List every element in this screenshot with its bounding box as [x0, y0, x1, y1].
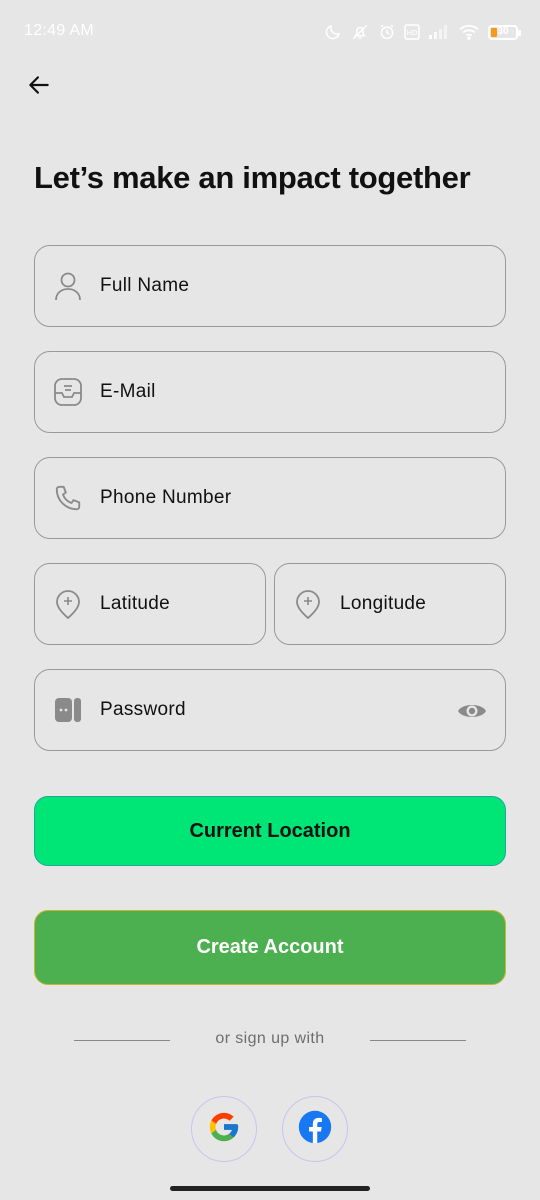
latitude-field[interactable]	[34, 563, 266, 645]
battery-icon: 30	[488, 24, 521, 40]
current-location-button[interactable]: Current Location	[34, 796, 506, 866]
email-field[interactable]	[34, 351, 506, 433]
eye-icon[interactable]	[457, 696, 487, 726]
divider-left	[74, 1040, 170, 1041]
status-bar: 12:49 AM HD 30	[0, 0, 540, 64]
location-pin-icon	[292, 588, 324, 620]
person-icon	[52, 270, 84, 302]
status-icons: HD 30	[324, 20, 521, 44]
inbox-icon	[52, 376, 84, 408]
phone-input[interactable]	[100, 487, 345, 509]
longitude-field[interactable]	[274, 563, 506, 645]
google-signin-button[interactable]	[191, 1096, 257, 1162]
divider-right	[370, 1040, 466, 1041]
hd-icon: HD	[404, 24, 420, 40]
facebook-icon	[297, 1109, 333, 1150]
home-indicator[interactable]	[170, 1186, 370, 1191]
location-pin-icon	[52, 588, 84, 620]
password-input[interactable]	[100, 699, 345, 721]
full-name-input[interactable]	[100, 275, 345, 297]
full-name-field[interactable]	[34, 245, 506, 327]
status-time: 12:49 AM	[24, 22, 95, 39]
battery-level: 30	[497, 25, 509, 37]
signal-icon	[428, 24, 450, 40]
svg-text:HD: HD	[407, 29, 418, 37]
email-input[interactable]	[100, 381, 345, 403]
phone-icon	[52, 482, 84, 514]
google-icon	[207, 1110, 241, 1149]
back-button[interactable]	[22, 70, 56, 104]
mute-icon	[350, 23, 370, 41]
arrow-left-icon	[26, 72, 52, 103]
password-field[interactable]	[34, 669, 506, 751]
password-icon	[52, 694, 84, 726]
phone-field[interactable]	[34, 457, 506, 539]
latitude-input[interactable]	[100, 593, 240, 615]
create-account-button[interactable]: Create Account	[34, 910, 506, 985]
facebook-signin-button[interactable]	[282, 1096, 348, 1162]
longitude-input[interactable]	[340, 593, 480, 615]
page-title: Let’s make an impact together	[34, 160, 471, 195]
moon-icon	[324, 23, 342, 41]
alarm-icon	[378, 23, 396, 41]
divider-text: or sign up with	[215, 1030, 325, 1047]
wifi-icon	[458, 23, 480, 41]
